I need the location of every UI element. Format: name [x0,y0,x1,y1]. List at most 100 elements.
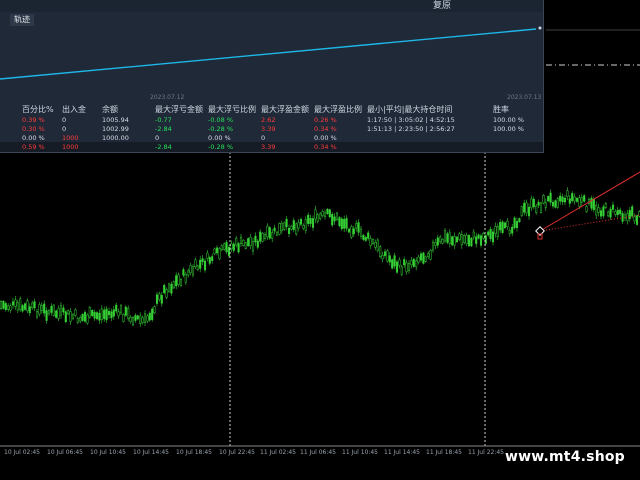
candle-body [419,253,423,261]
candle-body [93,311,96,319]
candle-body [355,223,358,229]
candle-body [273,227,276,232]
row1-percent: 0.30 % [22,125,45,133]
candle-body [304,219,307,231]
equity-curve-end [538,26,542,30]
col-header-hold-time: 最小|平均|最大持仓时间 [367,105,453,114]
row1-max-float-loss-ratio: -0.28 % [208,125,234,133]
candle-body [566,190,569,198]
x-label: 11 Jul 14:45 [384,449,420,456]
candle-body [287,227,291,234]
candle-body [633,216,636,222]
candle-body [443,230,447,242]
candle-body [328,209,331,218]
candle-body [465,235,468,244]
candle-body [559,195,562,202]
candle-body [345,218,348,229]
candle-body [537,201,540,206]
row3-max-float-profit: 3.39 [261,143,276,151]
candle-body [518,218,521,223]
candle-body [379,246,382,258]
candle-body [403,259,406,266]
candle-body [427,253,430,258]
x-label: 10 Jul 22:45 [219,449,255,456]
candle-body [182,269,185,276]
row1-win-rate: 100.00 % [493,125,524,133]
candle-body [256,240,259,248]
candle-body [201,258,204,262]
candle-body [148,312,151,321]
candle-body [436,237,439,246]
candle-body [158,293,161,300]
candle-body [146,315,149,322]
candle-body [623,214,627,219]
candle-body [463,235,466,244]
candle-body [167,283,171,292]
candle-body [105,308,108,321]
row2-max-float-profit-ratio: 0.00 % [314,134,337,142]
candle-body [57,308,60,319]
candle-body [86,314,89,324]
col-header-balance: 余额 [102,105,118,114]
candle-body [62,307,65,313]
candle-body [340,218,343,230]
candle-body [40,305,43,311]
row1-hold-time: 1:51:13 | 2:23:50 | 2:56:27 [367,125,455,133]
candle-body [604,203,607,208]
candle-body [38,304,41,315]
candle-body [609,208,612,218]
x-label: 11 Jul 18:45 [426,449,462,456]
candle-body [239,236,243,245]
candle-body [393,255,396,267]
candle-body [124,306,127,316]
candle-body [153,306,156,314]
x-label: 11 Jul 06:45 [300,449,336,456]
candle-body [179,279,183,286]
candle-body [74,309,77,316]
candle-body [225,242,228,253]
candle-body [539,202,543,213]
col-header-max-float-loss: 最大浮亏金额 [155,105,203,114]
candle-body [194,259,197,267]
row2-balance: 1000.00 [102,134,129,142]
candle-body [249,236,252,247]
row0-max-float-profit-ratio: 0.26 % [314,116,337,124]
row3-max-float-loss: -2.84 [155,143,172,151]
candle-body [143,313,147,323]
candle-body [9,305,12,311]
candle-body [321,211,324,216]
row1-balance: 1002.99 [102,125,129,133]
candle-body [631,206,634,217]
candle-body [88,307,91,318]
row0-max-float-loss-ratio: -0.08 % [208,116,234,124]
candle-body [424,256,427,262]
candle-body [215,247,219,254]
candle-body [55,310,58,318]
equity-curve-line [0,28,537,80]
candle-body [489,228,492,240]
candle-body [232,243,235,251]
candle-body [43,303,46,314]
candle-body [374,242,377,248]
col-header-max-float-loss-ratio: 最大浮亏比例 [208,105,256,114]
candle-body [35,311,39,318]
candle-body [307,214,310,225]
candle-body [470,237,473,247]
candle-body [607,211,610,217]
row0-balance: 1005.94 [102,116,129,124]
candle-body [119,305,123,314]
candle-body [314,209,317,220]
candle-body [542,195,545,204]
candle-body [112,309,115,317]
candle-body [263,234,267,239]
candle-body [175,275,178,287]
candle-body [491,231,495,243]
candle-body [268,227,271,239]
candle-body [619,209,622,215]
candle-body [635,215,639,225]
candle-body [422,252,425,264]
candle-body [412,258,415,267]
candle-body [278,223,281,235]
candle-body [131,317,135,326]
candle-body [230,243,233,250]
